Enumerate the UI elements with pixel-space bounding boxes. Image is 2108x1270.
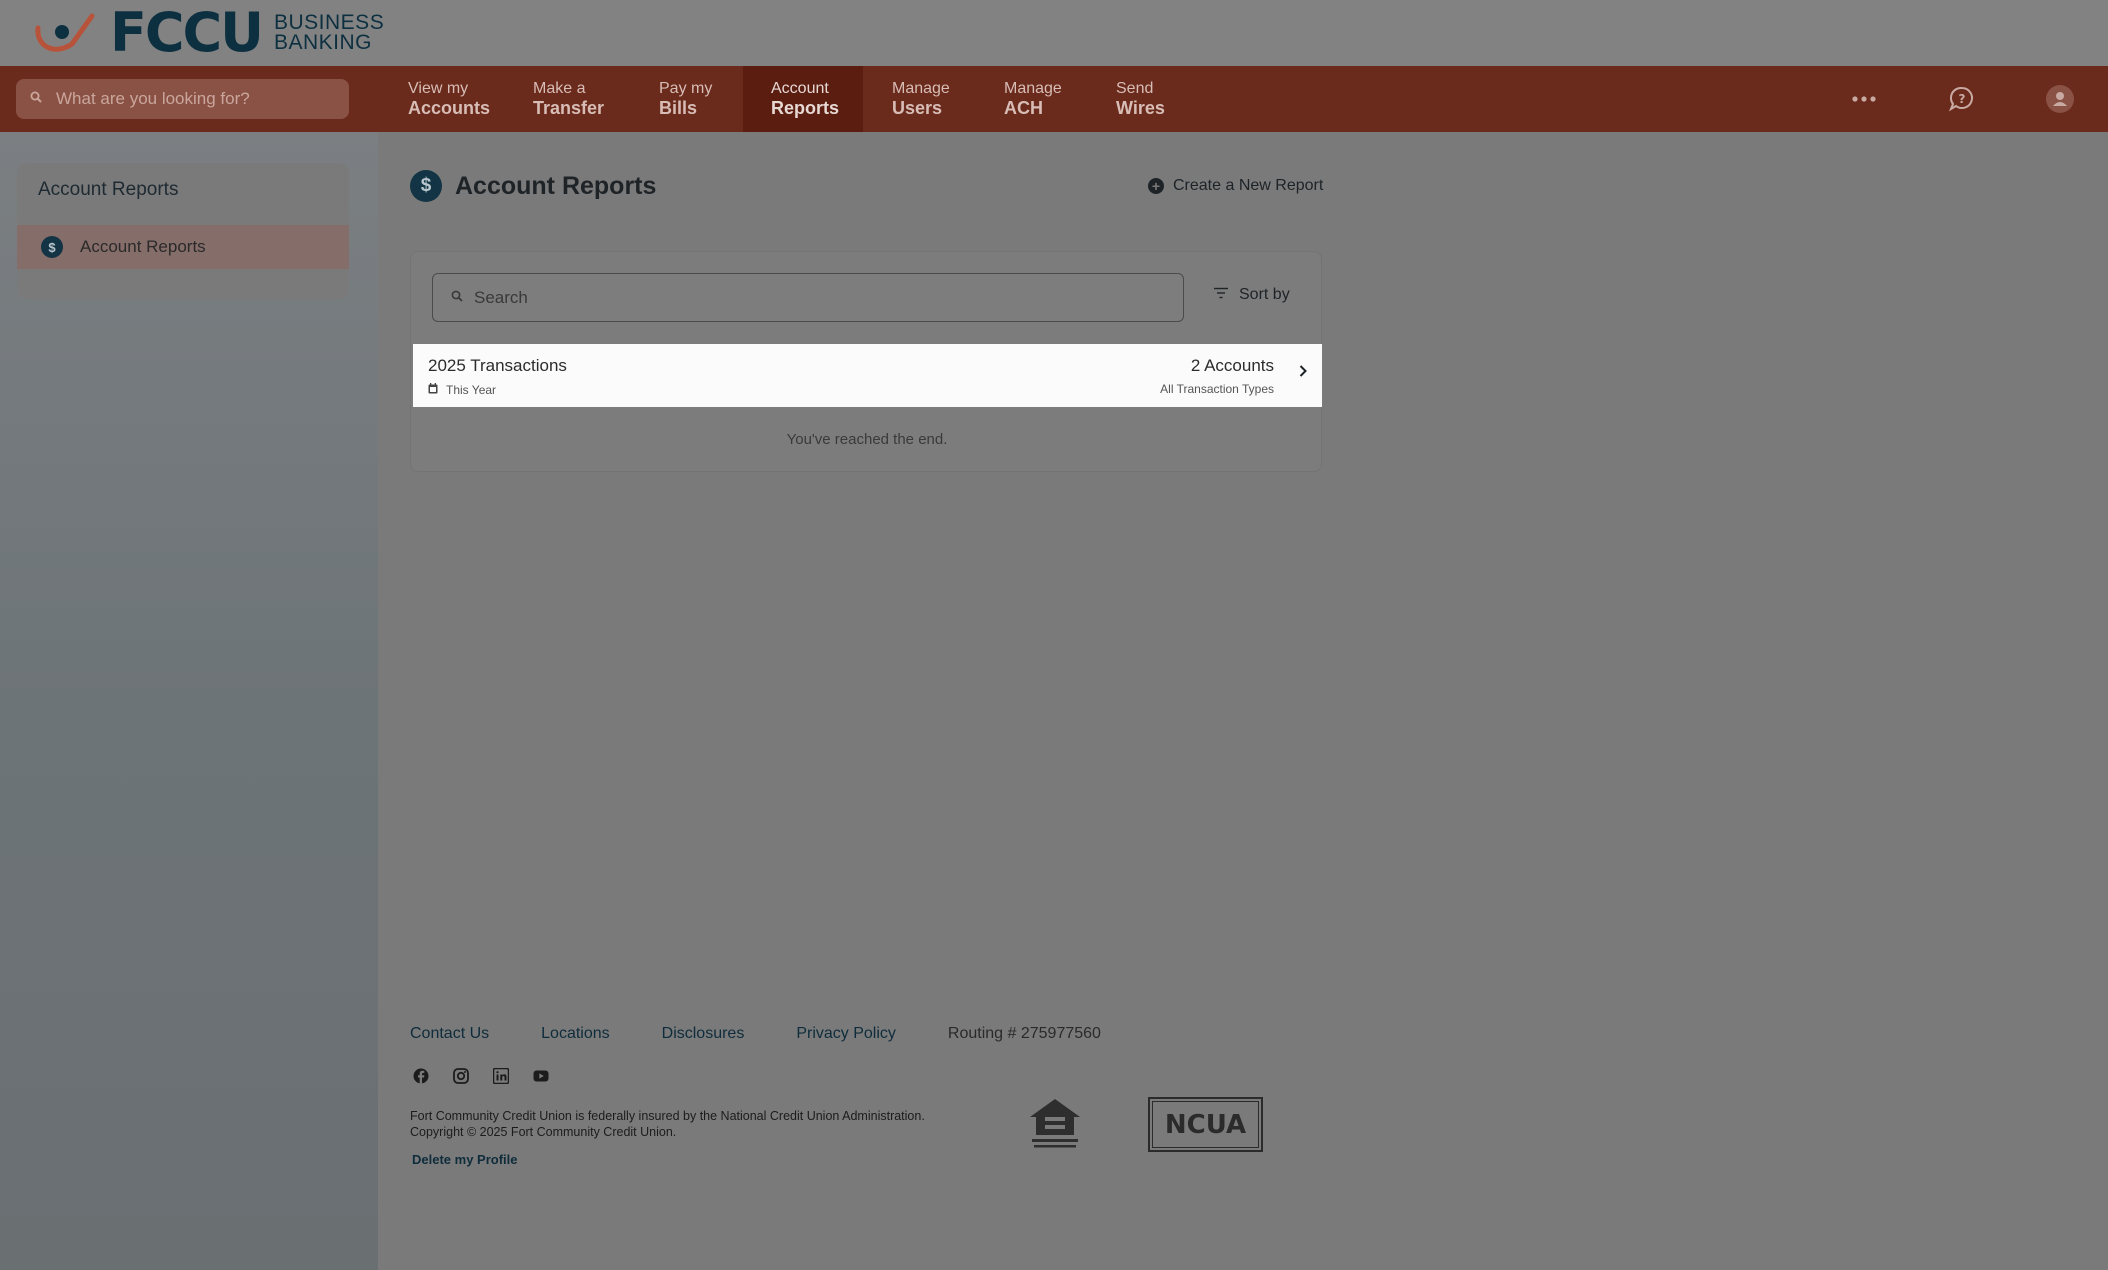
nav-pay-bills[interactable]: Pay my Bills (636, 66, 743, 132)
create-report-label: Create a New Report (1173, 177, 1324, 194)
sidebar-card: Account Reports $ Account Reports (17, 163, 349, 299)
dollar-icon: $ (41, 236, 63, 258)
more-icon[interactable] (1846, 81, 1882, 117)
ncua-logo: NCUA (1148, 1097, 1263, 1152)
fccu-logo[interactable]: FCCU BUSINESS BANKING (32, 6, 384, 60)
nav-label-top: Send (1116, 80, 1154, 97)
nav-label-main: Transfer (533, 98, 605, 118)
global-search[interactable]: What are you looking for? (16, 79, 349, 119)
main-navbar: What are you looking for? View my Accoun… (0, 66, 2108, 132)
global-search-placeholder[interactable]: What are you looking for? (56, 89, 250, 109)
sidebar (0, 132, 378, 1270)
calendar-icon (428, 381, 438, 399)
sidebar-item-label: Account Reports (80, 237, 206, 256)
report-search-placeholder[interactable]: Search (474, 288, 528, 308)
nav-label-main: Bills (659, 98, 698, 118)
equal-housing-lender-icon (1026, 1095, 1084, 1158)
report-row[interactable]: 2025 Transactions This Year 2 Accounts A… (413, 344, 1322, 407)
nav-manage-ach[interactable]: Manage ACH (975, 66, 1087, 132)
nav-label-top: View my (408, 80, 469, 97)
page-title: Account Reports (455, 171, 657, 200)
page-header: $ Account Reports (410, 170, 656, 202)
dollar-icon: $ (410, 170, 442, 202)
search-icon (451, 289, 463, 307)
brand-bar: FCCU BUSINESS BANKING (0, 0, 2108, 66)
logo-sub-line1: BUSINESS (274, 11, 385, 34)
report-accounts-count: 2 Accounts (1190, 356, 1274, 375)
instagram-icon[interactable] (452, 1067, 470, 1085)
report-title: 2025 Transactions (428, 356, 567, 375)
footer-link-privacy-policy[interactable]: Privacy Policy (796, 1025, 896, 1043)
legal-line-copyright: Copyright © 2025 Fort Community Credit U… (410, 1125, 677, 1139)
legal-line-insured: Fort Community Credit Union is federally… (410, 1109, 925, 1123)
chevron-right-icon (1298, 364, 1308, 383)
report-transaction-types: All Transaction Types (1160, 382, 1274, 396)
nav-label-top: Make a (533, 80, 586, 97)
nav-account-reports[interactable]: Account Reports (743, 66, 863, 132)
sort-by-button[interactable]: Sort by (1213, 286, 1290, 304)
nav-label-main: Reports (771, 98, 840, 118)
nav-items: View my Accounts Make a Transfer Pay my … (385, 66, 1187, 132)
report-search-input[interactable]: Search (432, 273, 1184, 322)
nav-label-main: Wires (1116, 98, 1165, 118)
sidebar-item-account-reports[interactable]: $ Account Reports (17, 225, 349, 269)
sort-by-label: Sort by (1239, 286, 1290, 303)
nav-right-actions: ? (1846, 66, 2078, 132)
routing-number: Routing # 275977560 (947, 1025, 1101, 1042)
social-links (412, 1067, 550, 1085)
logo-text: FCCU (110, 1, 264, 64)
reports-panel: Search Sort by 2025 Transactions This Ye… (410, 251, 1322, 472)
logo-mark-icon (32, 10, 98, 56)
ncua-logo-text: NCUA (1152, 1101, 1259, 1148)
legal-text: Fort Community Credit Union is federally… (410, 1108, 925, 1140)
search-icon (30, 90, 42, 108)
nav-label-main: Users (892, 98, 943, 118)
nav-label-top: Manage (1004, 80, 1062, 97)
report-period: This Year (428, 381, 496, 399)
nav-label-top: Account (771, 80, 829, 97)
nav-view-accounts[interactable]: View my Accounts (385, 66, 510, 132)
facebook-icon[interactable] (412, 1067, 430, 1085)
nav-send-wires[interactable]: Send Wires (1087, 66, 1187, 132)
footer-link-locations[interactable]: Locations (541, 1025, 610, 1043)
create-report-button[interactable]: + Create a New Report (1148, 177, 1323, 195)
logo-subtitle: BUSINESS BANKING (274, 11, 385, 54)
report-period-text: This Year (446, 383, 497, 397)
linkedin-icon[interactable] (492, 1067, 510, 1085)
filter-lines-icon (1213, 286, 1229, 304)
end-of-list-text: You've reached the end. (786, 431, 948, 448)
nav-label-main: Accounts (408, 98, 491, 118)
nav-manage-users[interactable]: Manage Users (863, 66, 975, 132)
logo-sub-line2: BANKING (274, 31, 373, 54)
footer-link-contact-us[interactable]: Contact Us (410, 1025, 489, 1043)
plus-circle-icon: + (1148, 178, 1164, 194)
nav-make-transfer[interactable]: Make a Transfer (510, 66, 636, 132)
user-avatar-icon[interactable] (2042, 81, 2078, 117)
footer-link-disclosures[interactable]: Disclosures (662, 1025, 745, 1043)
svg-text:?: ? (1959, 92, 1966, 106)
nav-label-top: Manage (892, 80, 950, 97)
delete-profile-link[interactable]: Delete my Profile (412, 1152, 518, 1167)
youtube-icon[interactable] (532, 1067, 550, 1085)
nav-label-main: ACH (1004, 98, 1043, 118)
nav-label-top: Pay my (659, 80, 713, 97)
footer-links: Contact Us Locations Disclosures Privacy… (410, 1025, 1101, 1043)
sidebar-title: Account Reports (38, 179, 179, 200)
help-chat-icon[interactable]: ? (1944, 81, 1980, 117)
